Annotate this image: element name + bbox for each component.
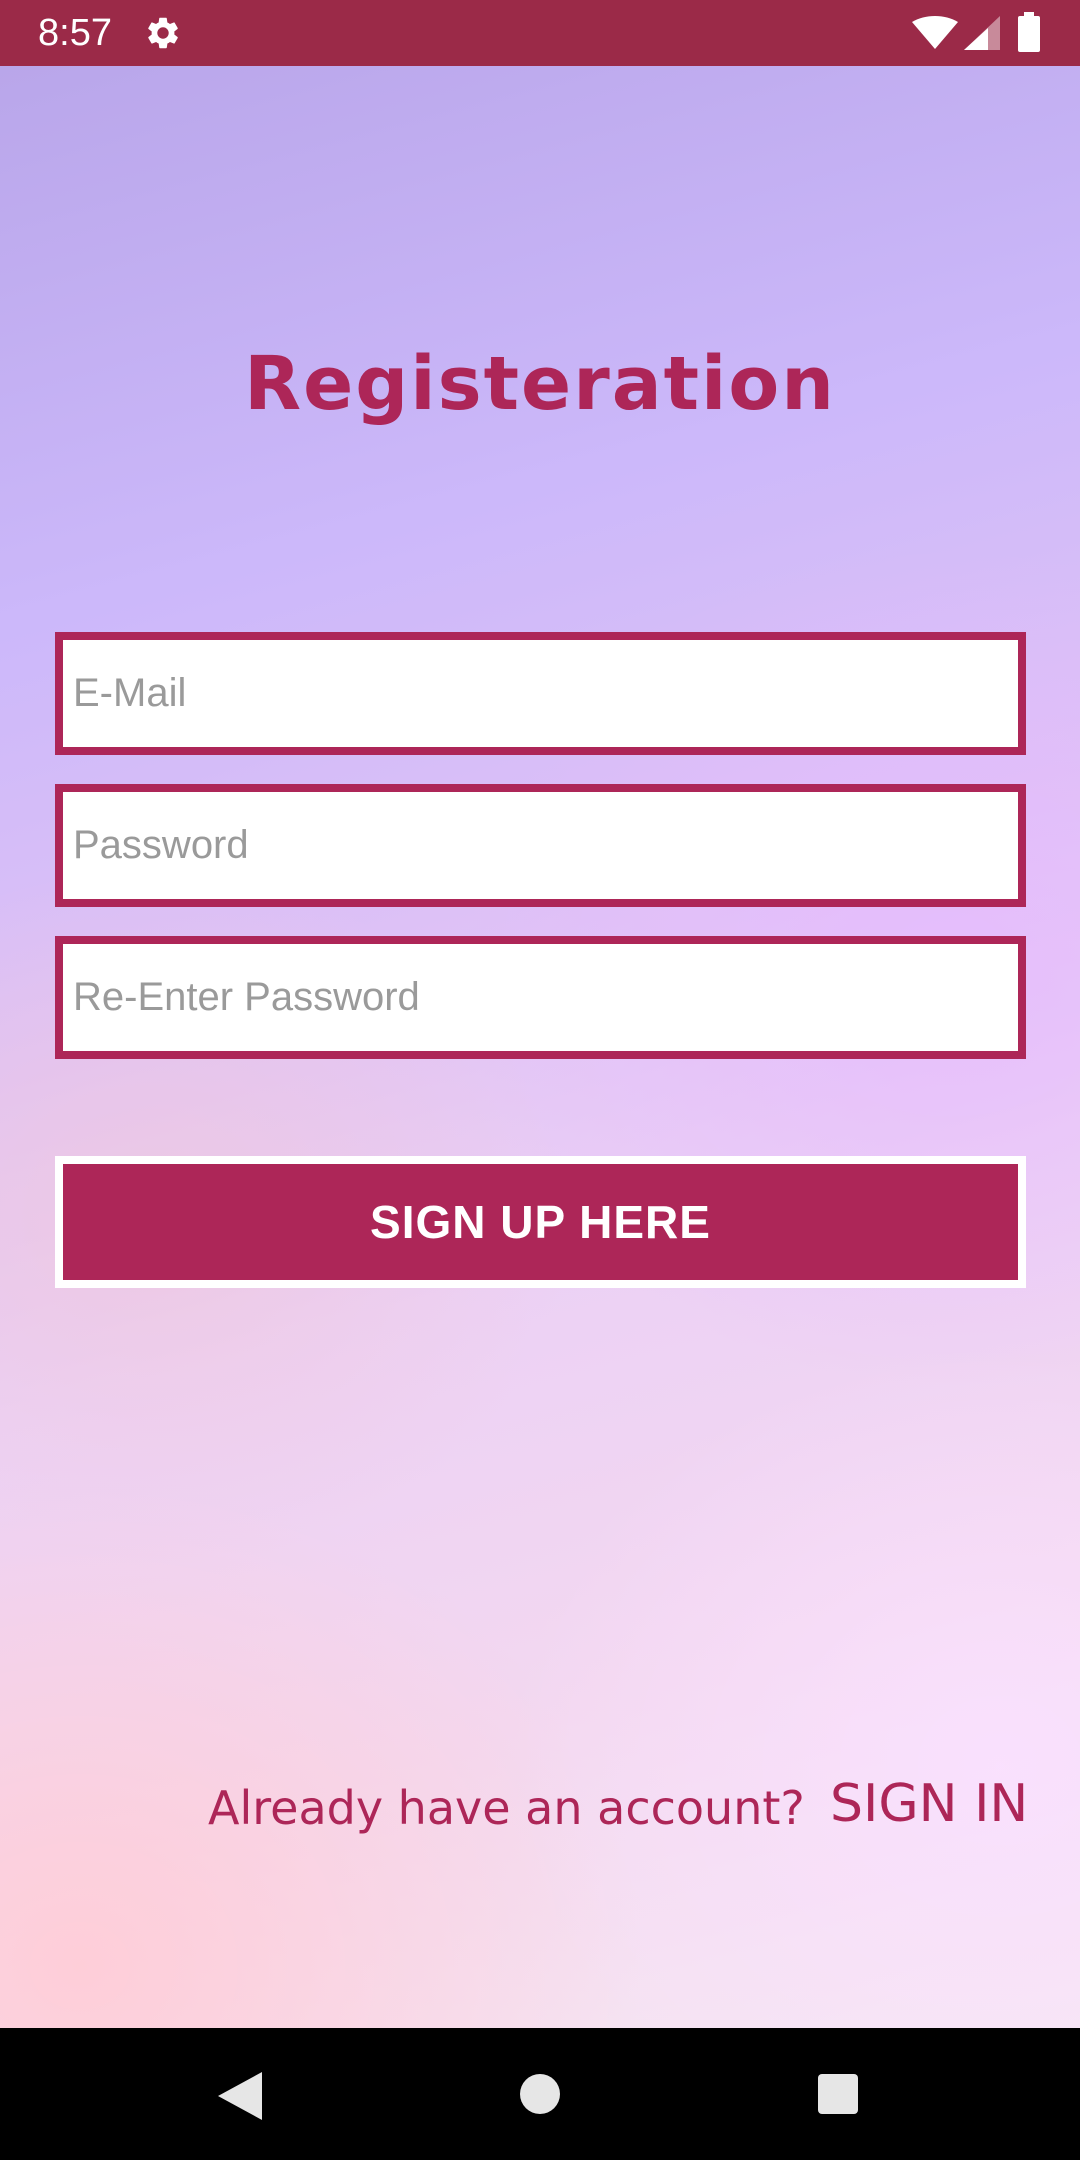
recents-icon[interactable] bbox=[818, 2074, 858, 2114]
home-icon[interactable] bbox=[520, 2074, 560, 2114]
battery-icon bbox=[1018, 12, 1040, 52]
page-title: Registeration bbox=[244, 341, 836, 427]
registration-screen: Registeration SIGN UP HERE Already have … bbox=[0, 66, 1080, 2028]
wifi-icon bbox=[912, 16, 958, 49]
status-time: 8:57 bbox=[38, 12, 112, 54]
status-bar: 8:57 bbox=[0, 0, 1080, 66]
gear-icon bbox=[148, 17, 178, 49]
app-screen: 8:57 Registeration SIGN UP HERE Already … bbox=[0, 0, 1080, 2160]
sign-in-link[interactable]: SIGN IN bbox=[830, 1774, 1028, 1834]
sign-up-button[interactable]: SIGN UP HERE bbox=[55, 1156, 1026, 1288]
cellular-signal-icon bbox=[964, 16, 1000, 50]
password-field[interactable] bbox=[55, 784, 1026, 907]
email-input[interactable] bbox=[63, 640, 1018, 747]
re-enter-password-field[interactable] bbox=[55, 936, 1026, 1059]
email-field[interactable] bbox=[55, 632, 1026, 755]
back-icon[interactable] bbox=[218, 2072, 262, 2120]
re-enter-password-input[interactable] bbox=[63, 944, 1018, 1051]
navigation-bar bbox=[0, 2028, 1080, 2160]
already-have-account-text: Already have an account? bbox=[208, 1781, 805, 1835]
password-input[interactable] bbox=[63, 792, 1018, 899]
